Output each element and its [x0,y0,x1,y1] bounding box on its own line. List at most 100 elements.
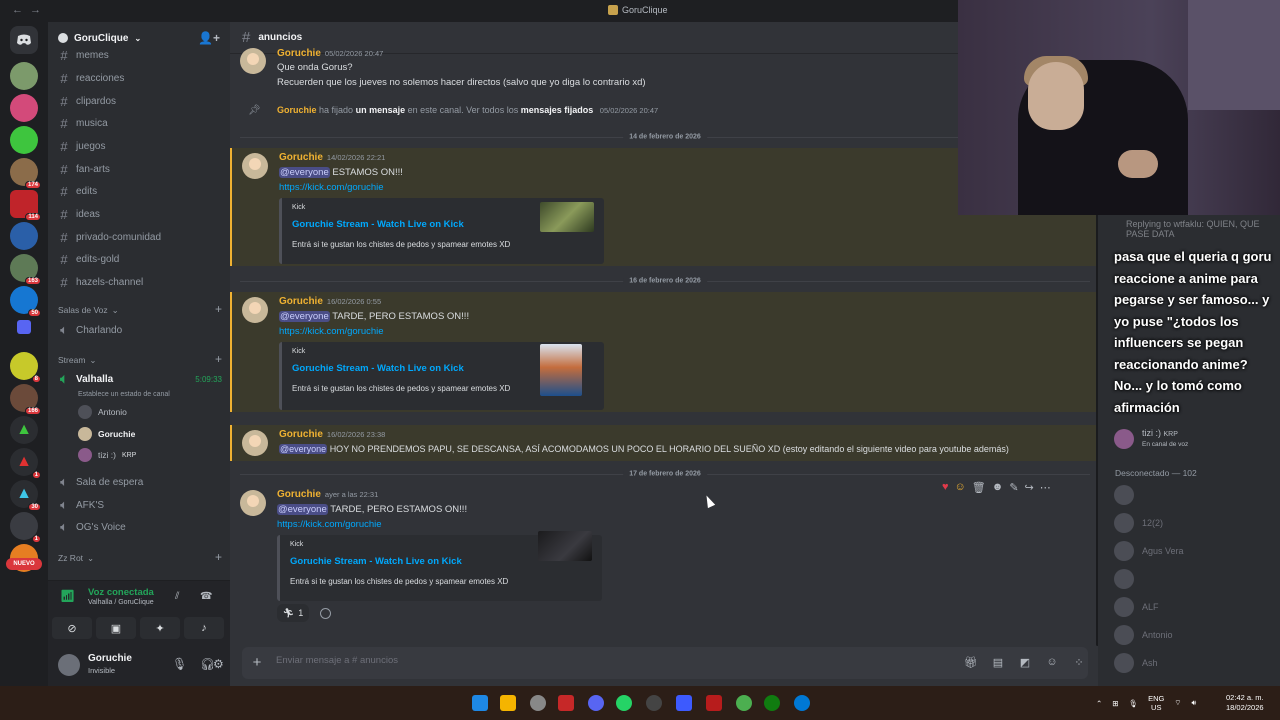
add-channel-icon[interactable]: + [215,551,222,564]
server-icon-10[interactable]: 8 [10,352,41,383]
xbox-icon[interactable] [764,695,780,711]
discord-home-icon[interactable] [10,26,38,54]
embed-title[interactable]: Goruchie Stream - Watch Live on Kick [292,219,464,230]
channel-fan-arts[interactable]: # fan-arts [58,159,222,179]
server-icon-13[interactable]: ▲ 1 [10,448,41,479]
obs-icon[interactable] [530,695,546,711]
attach-plus-icon[interactable]: + [248,654,266,672]
invite-people-icon[interactable]: 👤+ [198,31,220,45]
channel-privado-comunidad[interactable]: # privado-comunidad [58,227,222,247]
reaction-chip[interactable]: 🏃︎ 1 [277,604,309,622]
category-salas-de-voz[interactable]: Salas de Voz ⌄ + [58,303,222,316]
avatar[interactable] [242,153,268,179]
member-offline[interactable] [1114,568,1142,590]
mention[interactable]: @everyone [279,311,330,322]
embed-thumbnail[interactable] [540,202,594,232]
discord-taskbar-icon[interactable] [588,695,604,711]
channel-clipardos[interactable]: # clipardos [58,91,222,111]
forward-icon[interactable]: ↪ [1025,481,1034,494]
message-link[interactable]: https://kick.com/goruchie [279,182,384,193]
channel-reacciones[interactable]: # reacciones [58,68,222,88]
clock[interactable]: 02:42 a. m. 18/02/2026 [1226,693,1264,713]
gif-icon[interactable]: ▤ [991,656,1005,670]
add-reaction-button[interactable] [320,608,331,619]
message-author[interactable]: Goruchie 16/02/2026 23:38 [279,429,385,440]
avatar[interactable] [242,430,268,456]
chevron-up-icon[interactable]: ⌃ [1096,699,1102,708]
voice-channel-path[interactable]: Valhalla / GoruClique [88,599,154,606]
chrome-icon[interactable] [736,695,752,711]
message-author[interactable]: Goruchie 05/02/2026 20:47 [277,48,383,59]
voice-channel-og-voice[interactable]: 🔈︎ OG's Voice [58,517,222,537]
app-icon-2[interactable] [706,695,722,711]
voice-channel-charlando[interactable]: 🔈︎ Charlando [58,320,222,340]
back-arrow-icon[interactable]: ← [12,4,23,16]
server-icon-4[interactable]: 174 [10,158,41,189]
avatar[interactable] [58,654,80,676]
embed-thumbnail[interactable] [540,344,582,396]
channel-edits[interactable]: # edits [58,181,222,201]
server-icon-2[interactable] [10,94,38,122]
message-link[interactable]: https://kick.com/goruchie [279,326,384,337]
forward-arrow-icon[interactable]: → [30,4,41,16]
embed-provider[interactable]: Kick [292,204,305,211]
avatar[interactable] [240,490,266,516]
server-icon-15[interactable]: 1 [10,512,41,543]
message[interactable]: Goruchie 16/02/2026 23:38 @everyone HOY N… [230,425,1096,461]
mic-tray-icon[interactable]: 🎙︎ [1129,699,1139,708]
voice-user-antonio[interactable]: Antonio [78,403,127,421]
laugh-reaction-icon[interactable]: ☺ [955,481,966,493]
channel-status[interactable]: Establece un estado de canal [78,385,170,403]
share-screen-button[interactable]: ▣ [96,617,136,639]
signal-icon[interactable]: 📶︎ [60,589,75,603]
member-offline[interactable]: ALF [1114,596,1159,618]
server-icon-14[interactable]: ▲ 30 [10,480,41,511]
app-icon[interactable] [676,695,692,711]
server-icon-11[interactable]: 166 [10,384,41,415]
edge-icon[interactable] [794,695,810,711]
server-icon-8[interactable]: 50 [10,286,41,317]
trash-icon[interactable]: 🗑︎ [972,481,986,494]
folder-icon[interactable] [17,320,31,334]
message[interactable]: Goruchie 16/02/2026 0:55 @everyone TARDE,… [230,292,1096,412]
gear-icon[interactable]: ⚙ [213,657,224,671]
soundboard-button[interactable]: ♪ [184,617,224,639]
channel-hazels-channel[interactable]: # hazels-channel [58,272,222,292]
voice-channel-sala-de-espera[interactable]: 🔈︎ Sala de espera [58,472,222,492]
channel-ideas[interactable]: # ideas [58,204,222,224]
language-indicator[interactable]: ENG US [1148,694,1164,712]
activities-button[interactable]: ✦ [140,617,180,639]
volume-icon[interactable]: 🔊︎ [1191,698,1196,708]
voice-user-tizi[interactable]: tizi :) KRP [78,446,136,464]
more-options-icon[interactable]: ⋯ [1040,481,1051,494]
gift-icon[interactable]: 🎁︎ [964,656,978,670]
pinned-messages-link[interactable]: mensajes fijados [521,105,594,115]
disconnect-icon[interactable]: ☎ [200,591,212,602]
channel-musica[interactable]: # musica [58,113,222,133]
message-author[interactable]: Goruchie ayer a las 22:31 [277,489,378,500]
member-offline[interactable]: 12(2) [1114,512,1163,534]
channel-juegos[interactable]: # juegos [58,136,222,156]
network-icon[interactable]: ⊞ [1112,699,1118,708]
emoji-picker-icon[interactable]: ☺ [1045,656,1059,670]
member-offline[interactable] [1114,484,1142,506]
message[interactable]: Goruchie ayer a las 22:31 @everyone TARDE… [230,485,1096,627]
mention[interactable]: @everyone [277,504,328,515]
category-zz-rot[interactable]: Zz Rot ⌄ + [58,551,222,564]
apps-icon[interactable]: ⁘ [1072,656,1086,670]
pinned-message-link[interactable]: un mensaje [356,105,406,115]
add-channel-icon[interactable]: + [215,303,222,316]
video-editor-icon[interactable] [558,695,574,711]
member-tizi[interactable]: tizi :) KRP En canal de voz [1114,428,1188,450]
server-icon-videos[interactable]: 114 [10,190,41,221]
member-offline[interactable]: Agus Vera [1114,540,1184,562]
server-icon-goruclique[interactable] [10,62,38,90]
embed-title[interactable]: Goruchie Stream - Watch Live on Kick [292,363,464,374]
category-stream[interactable]: Stream ⌄ + [58,353,222,366]
heart-reaction-icon[interactable]: ♥ [942,481,949,493]
avatar[interactable] [240,48,266,74]
mention[interactable]: @everyone [279,167,330,178]
server-icon-3[interactable] [10,126,38,154]
add-channel-icon[interactable]: + [215,353,222,366]
mention[interactable]: @everyone [279,444,328,454]
